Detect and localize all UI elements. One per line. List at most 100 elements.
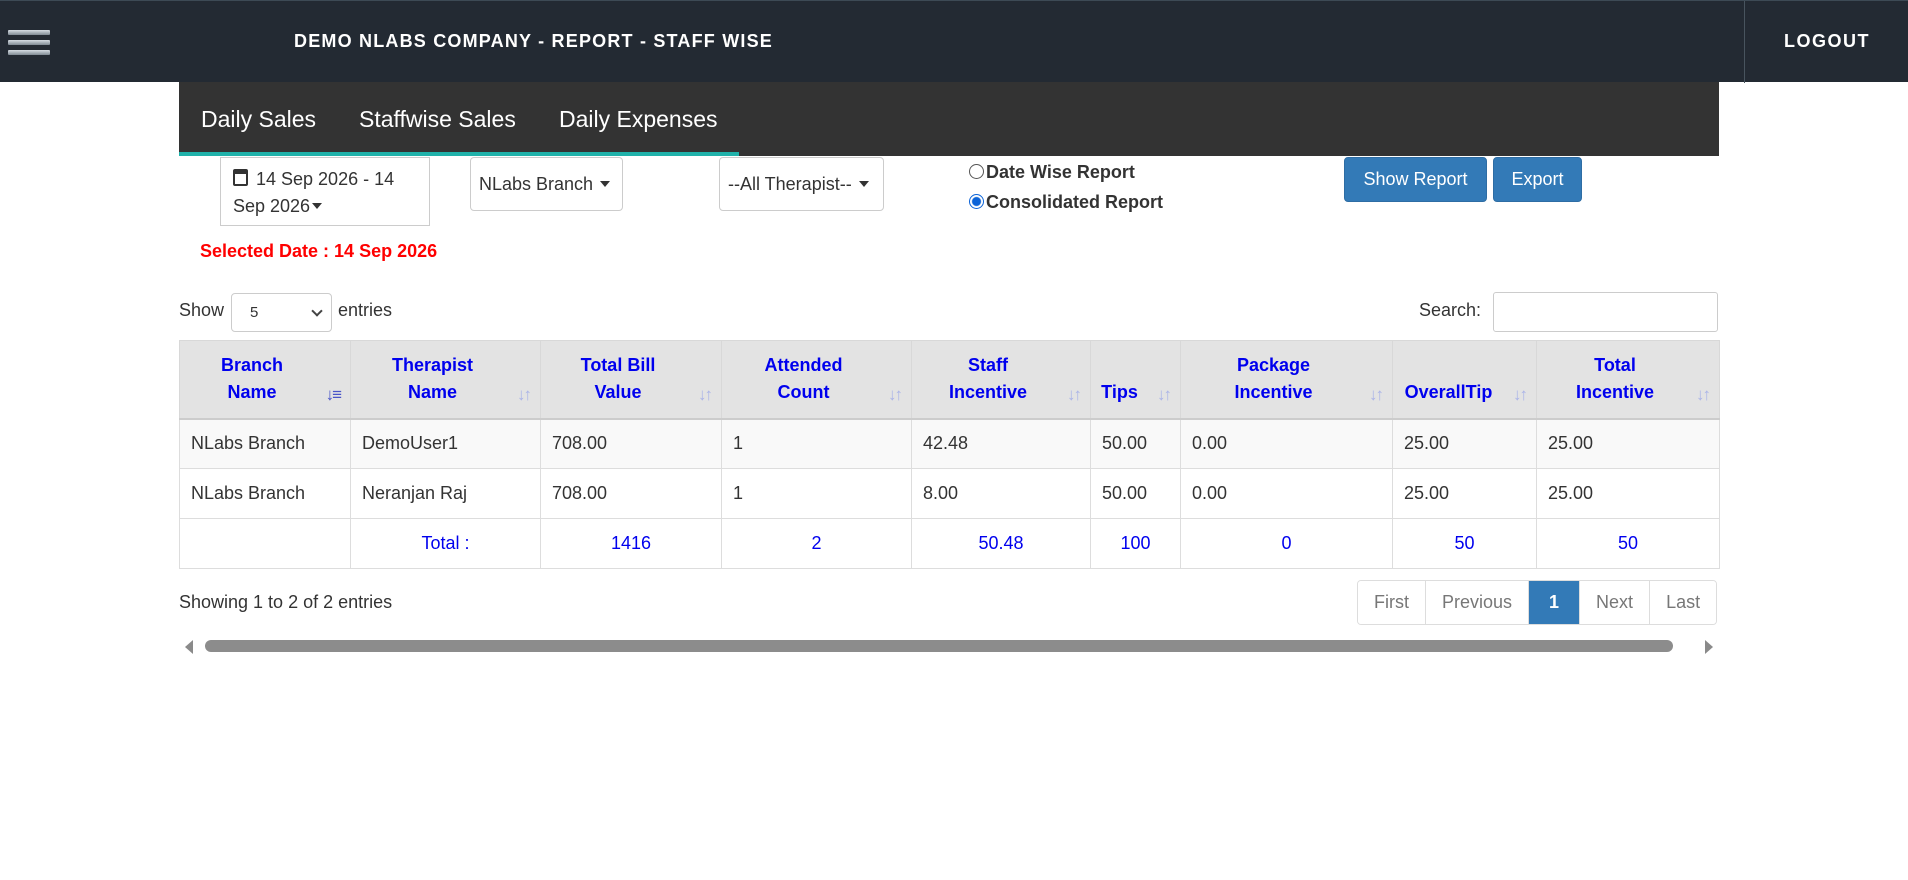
date-range-line1: 14 Sep 2026 - 14 [256, 169, 395, 189]
pagination-previous[interactable]: Previous [1425, 581, 1529, 624]
column-header-line: Count [777, 382, 830, 403]
scrollbar-thumb[interactable] [205, 640, 1673, 652]
column-header-therapist-name[interactable]: Therapist Name ↓↑ [350, 340, 541, 420]
column-header-line: Branch [220, 355, 283, 376]
tab-daily-expenses[interactable]: Daily Expenses [559, 106, 718, 133]
hamburger-line [8, 40, 50, 45]
pagination-next[interactable]: Next [1579, 581, 1650, 624]
report-tabs: Daily Sales Staffwise Sales Daily Expens… [179, 82, 1719, 156]
sort-arrows-icon: ↓↑ [1513, 385, 1528, 404]
column-header-package-incentive[interactable]: Package Incentive ↓↑ [1180, 340, 1393, 420]
calendar-icon [233, 169, 248, 186]
pagination-current-page[interactable]: 1 [1528, 581, 1580, 624]
table-cell: 708.00 [540, 468, 722, 519]
column-header-line: Incentive [948, 382, 1028, 403]
pagination-last[interactable]: Last [1649, 581, 1717, 624]
export-button[interactable]: Export [1493, 157, 1582, 202]
table-cell: 42.48 [911, 418, 1091, 469]
column-header-tips[interactable]: Tips ↓↑ [1090, 340, 1181, 420]
column-header-line: Staff [968, 355, 1008, 376]
sort-arrows-icon: ↓↑ [698, 385, 713, 404]
pagination: First Previous 1 Next Last [1357, 580, 1718, 625]
column-header-line: Name [227, 382, 277, 403]
table-cell: 25.00 [1536, 468, 1720, 519]
consolidated-option[interactable]: Consolidated Report [969, 192, 1163, 213]
column-header-line: Package [1236, 355, 1311, 376]
tab-daily-sales[interactable]: Daily Sales [201, 106, 316, 133]
search-input[interactable] [1493, 292, 1718, 332]
column-header-overall-tip[interactable]: OverallTip ↓↑ [1392, 340, 1537, 420]
column-header-line: Total [1594, 355, 1636, 376]
date-wise-option[interactable]: Date Wise Report [969, 162, 1135, 183]
therapist-value: --All Therapist-- [728, 174, 852, 194]
pagination-first[interactable]: First [1358, 581, 1425, 624]
totals-row: Total : 1416 2 50.48 100 0 50 50 [179, 518, 1720, 569]
hamburger-line [8, 50, 50, 55]
search-label: Search: [1419, 300, 1482, 320]
horizontal-scrollbar[interactable] [179, 636, 1719, 656]
entries-per-page-select[interactable]: 5 [231, 293, 332, 332]
sort-asc-icon: ↓≡ [325, 385, 342, 404]
table-cell: 0.00 [1180, 418, 1393, 469]
sort-arrows-icon: ↓↑ [1157, 385, 1172, 404]
table-cell: 50.00 [1090, 468, 1181, 519]
total-cell [179, 518, 351, 569]
date-range-picker[interactable]: 14 Sep 2026 - 14 Sep 2026 [220, 157, 430, 226]
table-cell: 1 [721, 418, 912, 469]
show-label: Show [179, 300, 225, 320]
total-cell: 50.48 [911, 518, 1091, 569]
scroll-left-arrow-icon[interactable] [185, 640, 193, 654]
table-cell: DemoUser1 [350, 418, 541, 469]
sort-arrows-icon: ↓↑ [888, 385, 903, 404]
caret-down-icon [600, 181, 611, 187]
date-range-line2: Sep 2026 [233, 196, 311, 216]
consolidated-label: Consolidated Report [986, 192, 1164, 212]
tab-staffwise-sales[interactable]: Staffwise Sales [359, 106, 516, 133]
table-cell: 1 [721, 468, 912, 519]
entries-label: entries [338, 300, 393, 320]
chevron-down-icon [311, 305, 323, 317]
table-header-row: Branch Name ↓≡ Therapist Name ↓↑ Total B… [179, 340, 1720, 420]
table-row: NLabs Branch DemoUser1 708.00 1 42.48 50… [179, 418, 1720, 469]
branch-dropdown[interactable]: NLabs Branch [470, 157, 623, 211]
table-cell: NLabs Branch [179, 418, 351, 469]
top-bar: DEMO NLABS COMPANY - REPORT - STAFF WISE… [0, 0, 1908, 83]
column-header-total-incentive[interactable]: Total Incentive ↓↑ [1536, 340, 1720, 420]
logout-button[interactable]: LOGOUT [1745, 31, 1908, 52]
total-cell: 1416 [540, 518, 722, 569]
column-header-line: Incentive [1575, 382, 1655, 403]
scroll-right-arrow-icon[interactable] [1705, 640, 1713, 654]
table-cell: Neranjan Raj [350, 468, 541, 519]
column-header-line: Incentive [1234, 382, 1313, 403]
hamburger-menu-icon[interactable] [8, 30, 50, 56]
table-info: Showing 1 to 2 of 2 entries [179, 592, 393, 612]
table-cell: NLabs Branch [179, 468, 351, 519]
total-cell: 0 [1180, 518, 1393, 569]
active-tab-indicator [179, 152, 739, 156]
column-header-staff-incentive[interactable]: Staff Incentive ↓↑ [911, 340, 1091, 420]
column-header-total-bill-value[interactable]: Total Bill Value ↓↑ [540, 340, 722, 420]
selected-date-text: Selected Date : 14 Sep 2026 [200, 241, 438, 261]
show-report-button[interactable]: Show Report [1344, 157, 1487, 202]
column-header-attended-count[interactable]: Attended Count ↓↑ [721, 340, 912, 420]
sort-arrows-icon: ↓↑ [517, 385, 532, 404]
column-header-line: Attended [764, 355, 843, 376]
table-cell: 708.00 [540, 418, 722, 469]
total-label: Total : [350, 518, 541, 569]
column-header-line: Therapist [391, 355, 474, 376]
column-header-line: Total Bill [580, 355, 656, 376]
sort-arrows-icon: ↓↑ [1067, 385, 1082, 404]
entries-value: 5 [250, 304, 259, 321]
logout-container: LOGOUT [1744, 1, 1908, 83]
branch-value: NLabs Branch [479, 174, 594, 194]
hamburger-line [8, 30, 50, 35]
total-cell: 2 [721, 518, 912, 569]
column-header-branch-name[interactable]: Branch Name ↓≡ [179, 340, 351, 420]
consolidated-radio[interactable] [969, 194, 984, 209]
table-cell: 25.00 [1536, 418, 1720, 469]
column-header-line: OverallTip [1404, 382, 1493, 403]
caret-down-icon [312, 203, 323, 209]
date-wise-radio[interactable] [969, 164, 984, 179]
therapist-dropdown[interactable]: --All Therapist-- [719, 157, 884, 211]
total-cell: 50 [1392, 518, 1537, 569]
